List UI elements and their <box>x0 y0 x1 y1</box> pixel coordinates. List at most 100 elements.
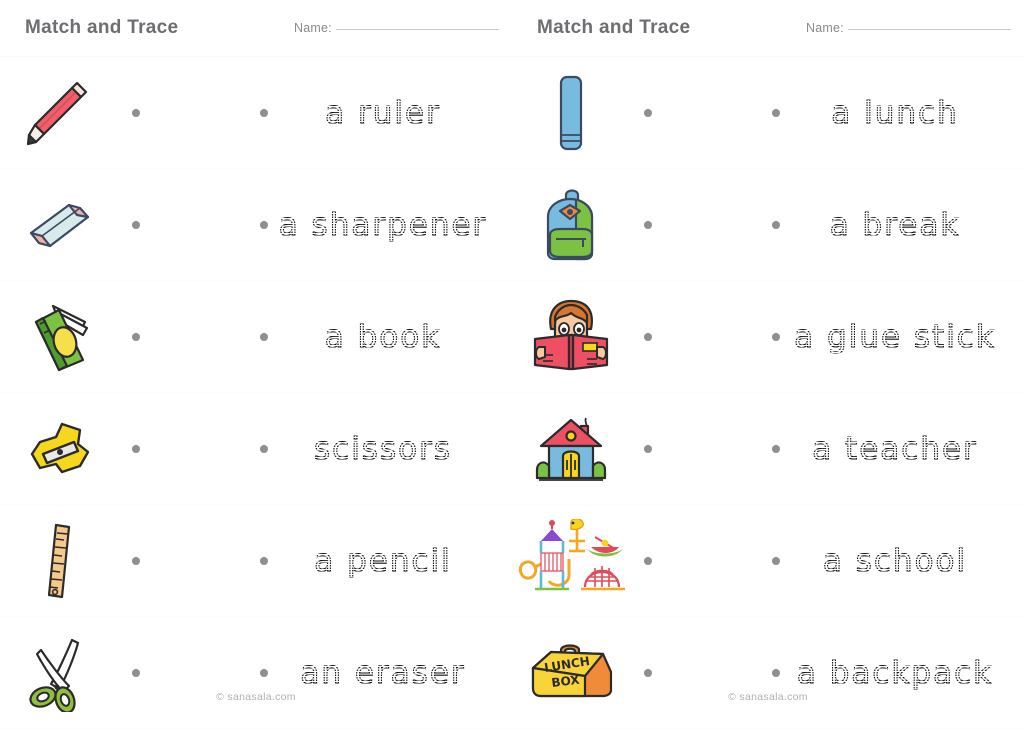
table-row: a ruler <box>0 57 512 169</box>
worksheet-page: Match and Trace Name: a ruler a sharpene… <box>0 0 1024 731</box>
trace-word: a pencil <box>310 538 456 583</box>
picture-cell <box>0 281 118 392</box>
trace-word: a backpack <box>792 650 998 695</box>
table-row: a book <box>0 281 512 393</box>
table-row: a school <box>512 505 1024 617</box>
match-dot-left[interactable] <box>132 668 140 677</box>
table-row: a teacher <box>512 393 1024 505</box>
ruler-wooden-icon <box>47 523 71 598</box>
page-title: Match and Trace <box>25 17 179 38</box>
trace-word: a glue stick <box>790 314 1000 359</box>
table-row: a break <box>512 169 1024 281</box>
match-dot-left[interactable] <box>132 220 140 229</box>
picture-cell <box>0 57 118 168</box>
table-row: a pencil <box>0 505 512 617</box>
pencil-red-icon <box>26 81 88 146</box>
name-input-line[interactable] <box>847 29 1011 30</box>
backpack-icon <box>546 188 594 260</box>
left-rows: a ruler a sharpener a book scissors a pe… <box>0 57 512 729</box>
trace-word: a break <box>825 202 964 247</box>
match-dot-right[interactable] <box>772 444 780 453</box>
match-dot-left[interactable] <box>644 444 652 453</box>
trace-word: a school <box>818 538 972 583</box>
word-cell: a book <box>268 314 512 359</box>
word-cell: an eraser <box>268 650 512 695</box>
table-row: a lunch <box>512 57 1024 169</box>
match-dot-left[interactable] <box>132 108 140 117</box>
name-field-group: Name: <box>806 21 1011 35</box>
match-dot-right[interactable] <box>260 108 268 117</box>
match-dot-right[interactable] <box>772 332 780 341</box>
picture-cell <box>512 393 630 504</box>
match-dot-right[interactable] <box>772 668 780 677</box>
eraser-icon <box>29 203 90 247</box>
match-dot-right[interactable] <box>260 332 268 341</box>
trace-word: scissors <box>310 426 456 471</box>
match-dot-left[interactable] <box>132 332 140 341</box>
footer-text: © sanasala.com <box>728 691 808 703</box>
match-dot-left[interactable] <box>644 556 652 565</box>
match-dot-right[interactable] <box>260 556 268 565</box>
trace-word: a ruler <box>321 90 445 135</box>
picture-cell <box>512 169 630 280</box>
trace-word: a lunch <box>827 90 964 135</box>
match-dot-left[interactable] <box>644 668 652 677</box>
right-panel-header: Match and Trace Name: <box>512 0 1024 57</box>
trace-word: a book <box>320 314 446 359</box>
table-row: scissors <box>0 393 512 505</box>
word-cell: a backpack <box>780 650 1024 695</box>
word-cell: a glue stick <box>780 314 1024 359</box>
footer-credit: © sanasala.com <box>0 691 512 703</box>
word-cell: a ruler <box>268 90 512 135</box>
word-cell: a break <box>780 202 1024 247</box>
match-dot-left[interactable] <box>644 108 652 117</box>
name-input-line[interactable] <box>335 29 499 30</box>
reading-boy-icon <box>533 299 609 370</box>
name-label: Name: <box>806 21 844 35</box>
word-cell: a lunch <box>780 90 1024 135</box>
glue-stick-icon <box>559 75 583 150</box>
picture-cell <box>0 617 118 728</box>
match-dot-right[interactable] <box>260 444 268 453</box>
match-dot-right[interactable] <box>772 220 780 229</box>
trace-word: a sharpener <box>274 202 491 247</box>
match-dot-left[interactable] <box>644 220 652 229</box>
word-cell: a teacher <box>780 426 1024 471</box>
picture-cell <box>512 281 630 392</box>
match-dot-left[interactable] <box>132 444 140 453</box>
match-dot-right[interactable] <box>772 556 780 565</box>
word-cell: a school <box>780 538 1024 583</box>
table-row: a glue stick <box>512 281 1024 393</box>
picture-cell <box>512 505 630 616</box>
table-row: an eraser <box>0 617 512 729</box>
book-green-icon <box>34 304 89 371</box>
table-row: LUNCH BOX a backpack <box>512 617 1024 729</box>
left-panel: Match and Trace Name: a ruler a sharpene… <box>0 0 512 731</box>
word-cell: a sharpener <box>268 202 512 247</box>
match-dot-right[interactable] <box>772 108 780 117</box>
match-dot-left[interactable] <box>132 556 140 565</box>
sharpener-yellow-icon <box>30 422 90 473</box>
playground-icon <box>518 518 625 590</box>
picture-cell: LUNCH BOX <box>512 617 630 728</box>
match-dot-right[interactable] <box>260 668 268 677</box>
footer-text: © sanasala.com <box>216 691 296 703</box>
right-panel: Match and Trace Name: a lunch a break a … <box>512 0 1024 731</box>
word-cell: scissors <box>268 426 512 471</box>
word-cell: a pencil <box>268 538 512 583</box>
picture-cell <box>0 169 118 280</box>
trace-word: an eraser <box>296 650 470 695</box>
picture-cell <box>512 57 630 168</box>
match-dot-right[interactable] <box>260 220 268 229</box>
picture-cell <box>0 505 118 616</box>
trace-word: a teacher <box>808 426 982 471</box>
name-label: Name: <box>294 21 332 35</box>
name-field-group: Name: <box>294 21 499 35</box>
table-row: a sharpener <box>0 169 512 281</box>
picture-cell <box>0 393 118 504</box>
page-title: Match and Trace <box>537 17 691 38</box>
footer-credit: © sanasala.com <box>512 691 1024 703</box>
match-dot-left[interactable] <box>644 332 652 341</box>
right-rows: a lunch a break a glue stick a teacher a… <box>512 57 1024 729</box>
school-house-icon <box>535 417 607 481</box>
